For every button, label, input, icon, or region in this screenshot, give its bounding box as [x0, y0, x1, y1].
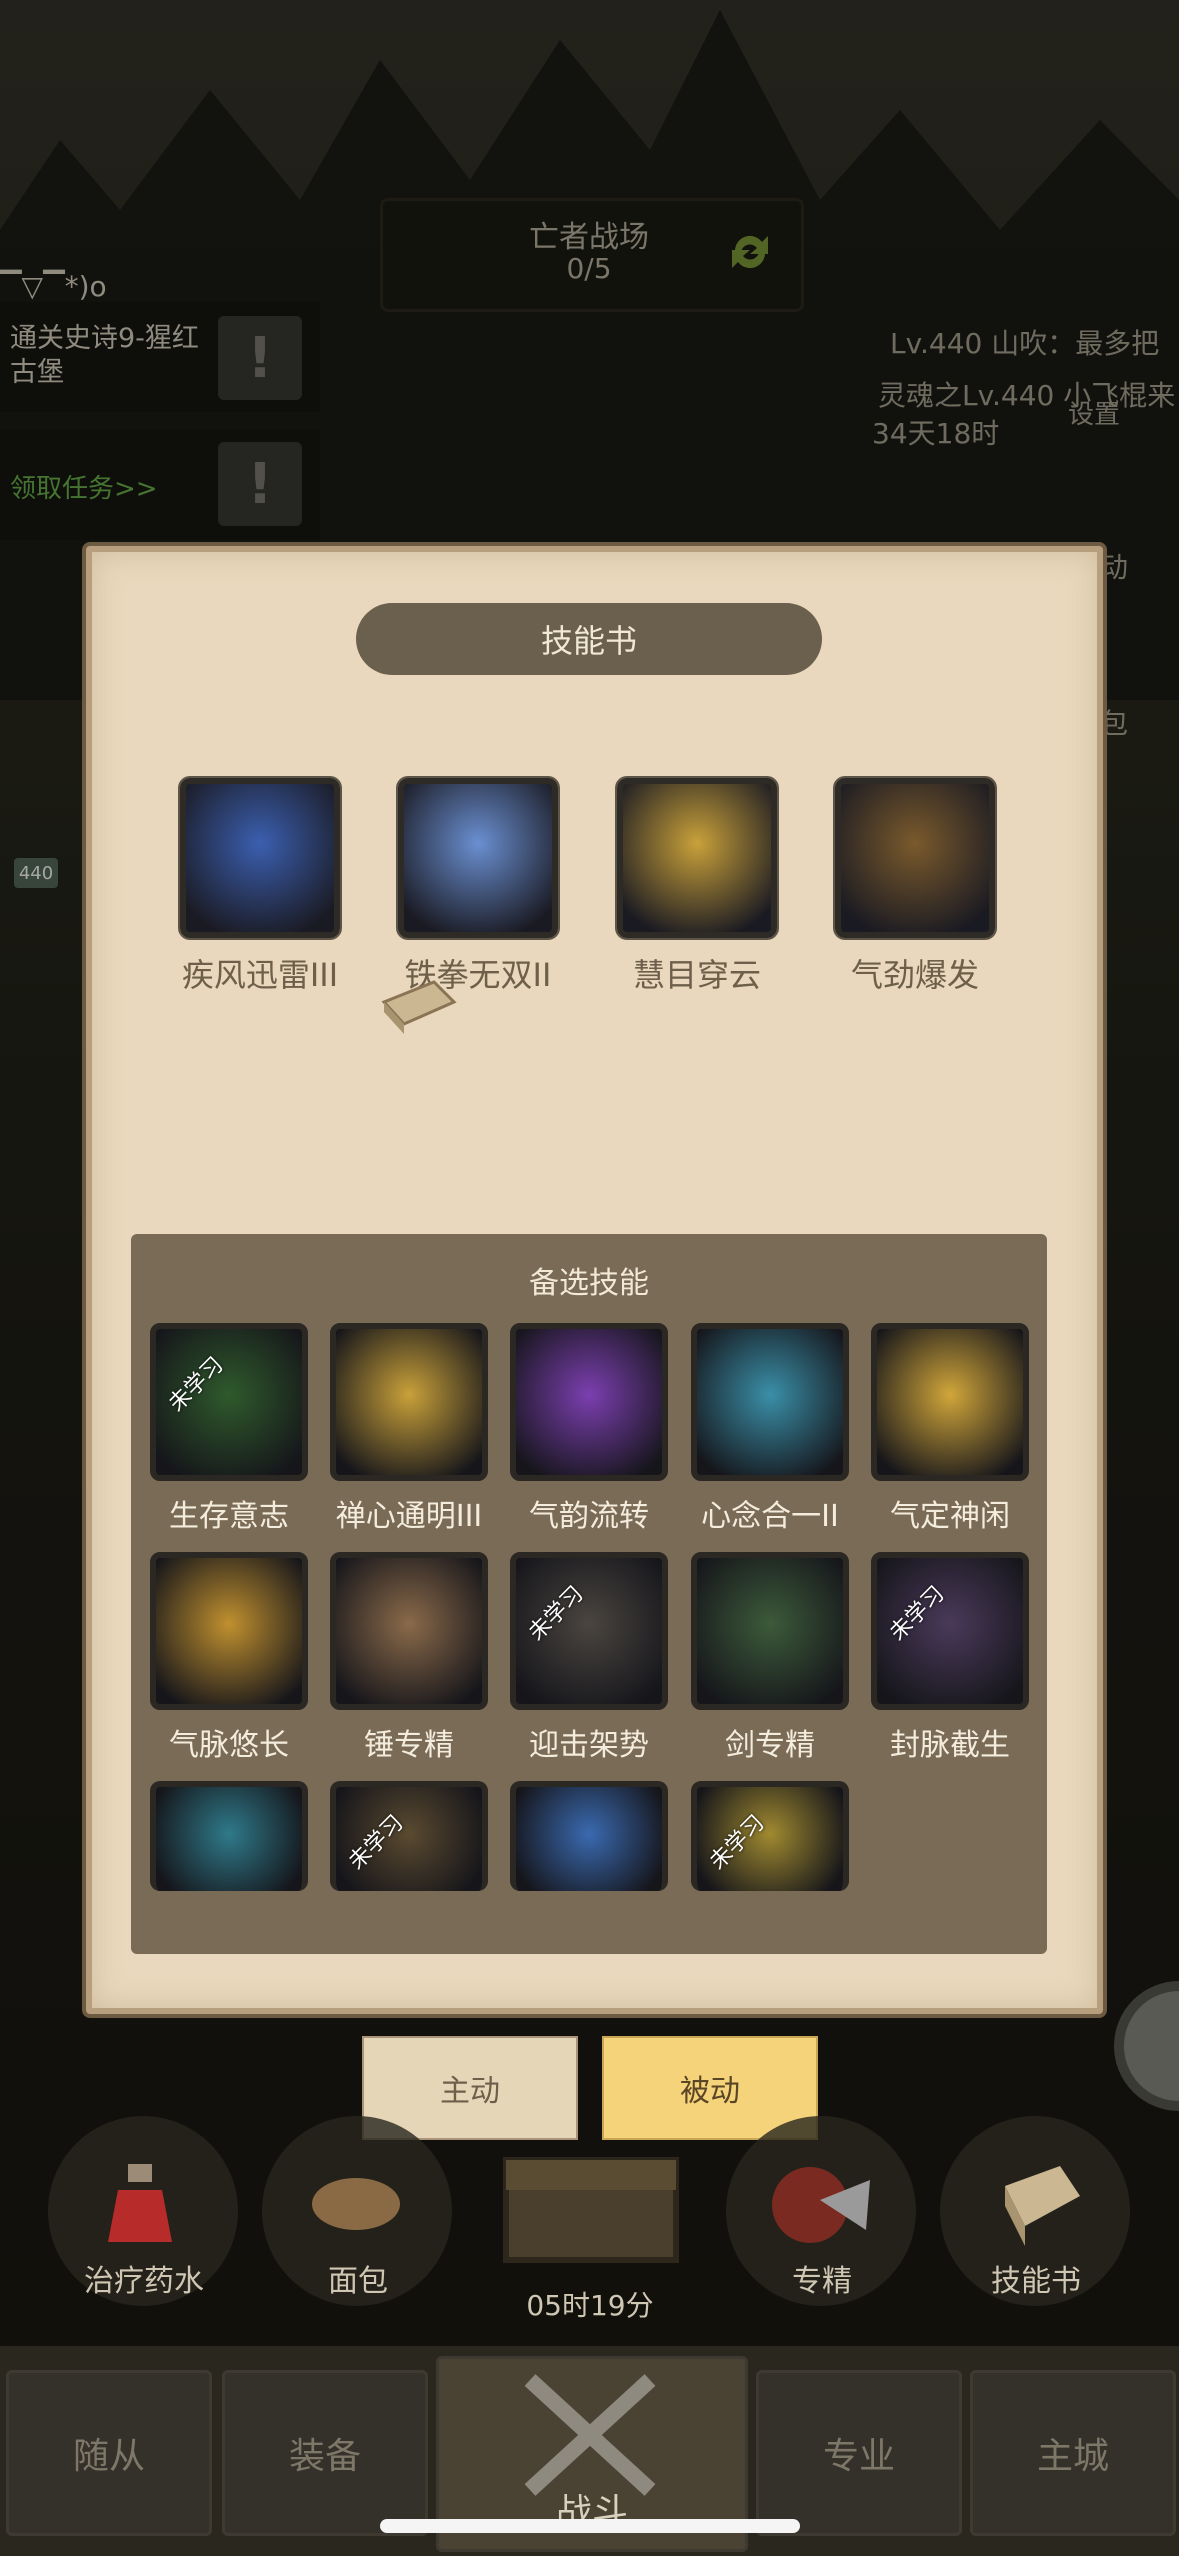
skillbook-label: 技能书: [991, 2264, 1081, 2299]
hammer-icon[interactable]: [330, 1552, 488, 1710]
blue-warrior-icon[interactable]: [510, 1781, 668, 1891]
alt-skill-label: 封脉截生: [890, 1728, 1010, 1763]
water-splash-icon[interactable]: [150, 1781, 308, 1891]
equipped-skill-label: 气劲爆发: [850, 956, 979, 994]
guard-stance-icon[interactable]: 未学习: [510, 1552, 668, 1710]
home-indicator[interactable]: [380, 2519, 800, 2533]
sword-icon[interactable]: [691, 1552, 849, 1710]
alt-skill-label: 气脉悠长: [169, 1728, 289, 1763]
wind-thunder-icon[interactable]: [180, 778, 340, 938]
nav-profession[interactable]: 专业: [756, 2370, 962, 2536]
alt-skill-label: 气韵流转: [529, 1499, 649, 1534]
bread-label: 面包: [328, 2264, 388, 2299]
alternate-skills-title: 备选技能: [529, 1266, 649, 1301]
golden-body-icon[interactable]: [871, 1323, 1029, 1481]
crossed-swords-icon: [524, 2374, 656, 2496]
chain-icon[interactable]: 未学习: [871, 1552, 1029, 1710]
iron-fist-icon[interactable]: [398, 778, 558, 938]
eagle-icon[interactable]: [617, 778, 777, 938]
crystal-icon[interactable]: [691, 1323, 849, 1481]
nav-followers[interactable]: 随从: [6, 2370, 212, 2536]
unlearned-tag: 未学习: [164, 1352, 229, 1417]
unlearned-tag: 未学习: [885, 1581, 950, 1646]
gear-icon[interactable]: [1104, 1976, 1179, 2116]
equipped-skill-label: 慧目穿云: [632, 956, 761, 994]
modal-title: 技能书: [540, 622, 637, 660]
golden-knot-icon[interactable]: [150, 1552, 308, 1710]
alt-skill-label: 禅心通明III: [335, 1499, 483, 1534]
stone-fist-icon[interactable]: 未学习: [330, 1781, 488, 1891]
chest-timer: 05时19分: [526, 2289, 654, 2322]
treasure-chest-icon[interactable]: [496, 2120, 686, 2270]
nav-main-city[interactable]: 主城: [970, 2370, 1176, 2536]
qi-burst-icon[interactable]: [835, 778, 995, 938]
purple-swirl-icon[interactable]: [510, 1323, 668, 1481]
alt-skill-label: 心念合一II: [701, 1499, 839, 1534]
potion-icon: [108, 2164, 172, 2242]
spiral-icon[interactable]: [330, 1323, 488, 1481]
alt-skill-label: 剑专精: [725, 1728, 815, 1763]
specialize-label: 专精: [792, 2264, 852, 2299]
alt-skill-label: 生存意志: [169, 1499, 289, 1534]
unlearned-tag: 未学习: [705, 1810, 770, 1875]
bread-icon: [312, 2178, 400, 2230]
alt-skill-label: 锤专精: [364, 1728, 454, 1763]
specialize-icon: [772, 2167, 870, 2243]
equipped-skill-label: 疾风迅雷III: [181, 956, 339, 994]
book-icon: [381, 980, 457, 1034]
potion-label: 治疗药水: [84, 2264, 204, 2299]
unlearned-tag: 未学习: [344, 1810, 409, 1875]
nav-equipment[interactable]: 装备: [222, 2370, 428, 2536]
modal-title-banner: 技能书: [356, 603, 822, 675]
alt-skill-label: 迎击架势: [529, 1728, 649, 1763]
sun-eye-icon[interactable]: 未学习: [691, 1781, 849, 1891]
alt-skill-label: 气定神闲: [890, 1499, 1010, 1534]
unlearned-tag: 未学习: [524, 1581, 589, 1646]
vines-icon[interactable]: 未学习: [150, 1323, 308, 1481]
skillbook-icon: [1005, 2166, 1080, 2246]
